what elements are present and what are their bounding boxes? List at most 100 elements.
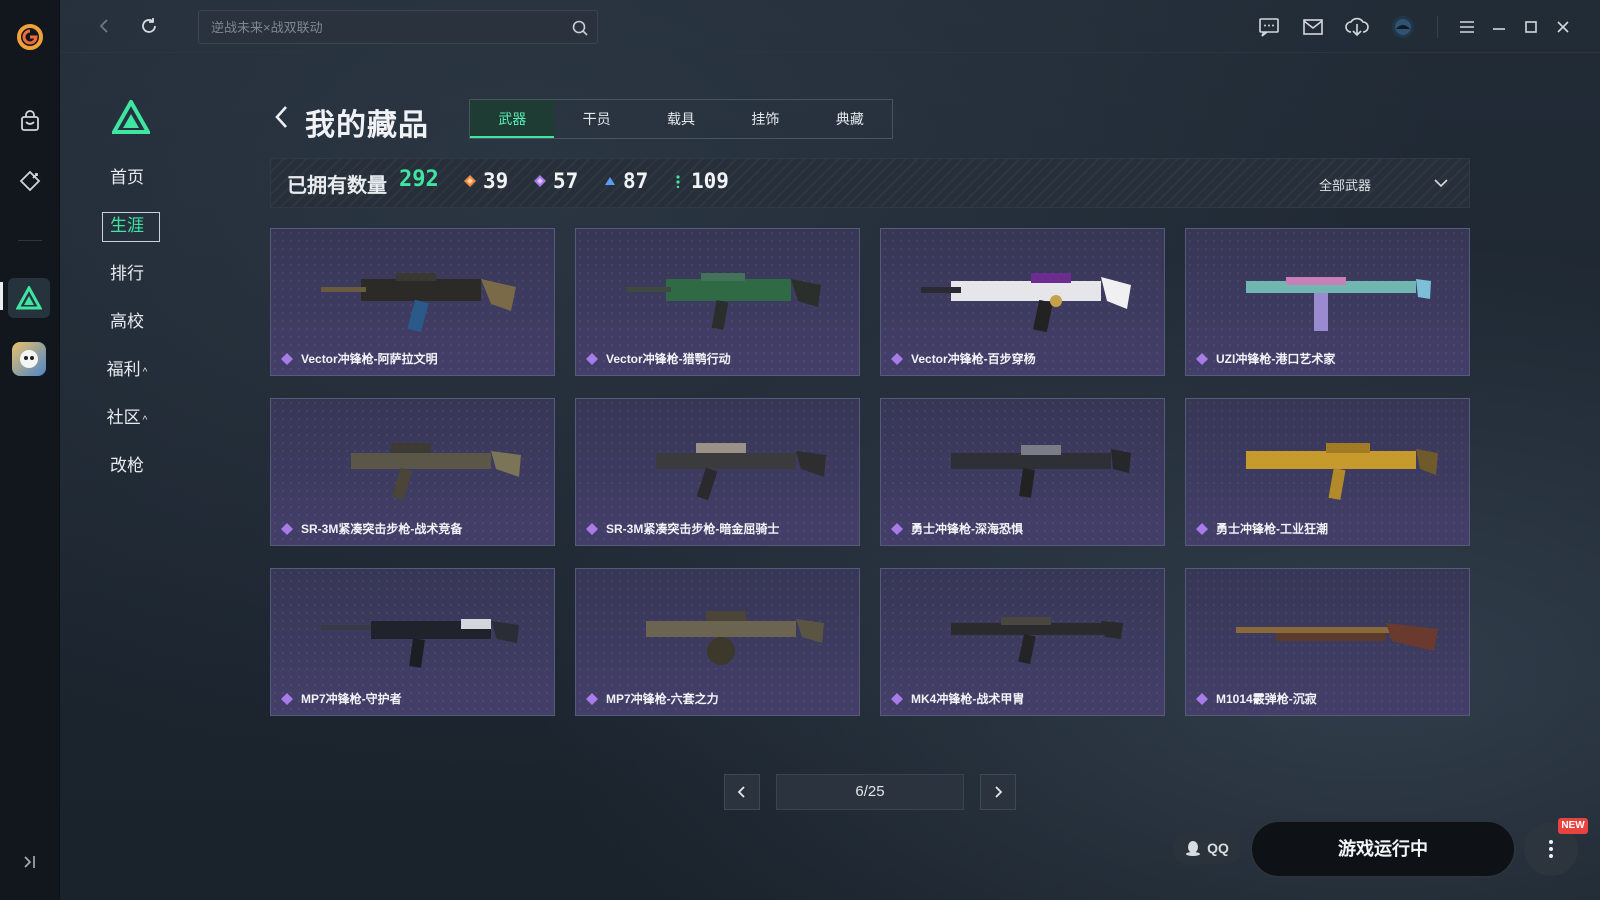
diamond-purple-icon	[281, 692, 293, 705]
weapon-name-text: MK4冲锋枪-战术甲胄	[911, 692, 1025, 706]
weapon-image	[1246, 277, 1431, 331]
weapon-image	[646, 611, 824, 665]
weapon-name-text: SR-3M紧凑突击步枪-战术竞备	[301, 522, 463, 536]
sidenav-label: 改枪	[110, 456, 144, 475]
page-title: 我的藏品	[305, 109, 429, 142]
stats-bar: 已拥有数量 292 39 57 87 109 全部武器	[270, 158, 1470, 208]
qq-label: QQ	[1207, 840, 1229, 856]
delta-force-logo-icon	[110, 97, 152, 134]
diamond-purple-icon	[281, 522, 293, 535]
weapon-image	[351, 443, 521, 501]
rarity-common: 109	[671, 169, 729, 193]
weapon-name-text: MP7冲锋枪-守护者	[301, 692, 402, 706]
weapon-name: Vector冲锋枪-阿萨拉文明	[281, 350, 438, 367]
tab-collection[interactable]: 典藏	[808, 100, 892, 138]
weapon-image	[1246, 443, 1438, 500]
weapon-card[interactable]: UZI冲锋枪-港口艺术家	[1185, 228, 1470, 376]
tab-charms[interactable]: 挂饰	[723, 100, 807, 138]
weapon-image	[1236, 623, 1438, 651]
search-input[interactable]	[199, 11, 597, 43]
weapon-grid: Vector冲锋枪-阿萨拉文明 Vector冲锋枪-猎鹗行动 Vector冲锋枪…	[270, 228, 1470, 718]
diamond-purple-icon	[891, 352, 903, 365]
weapon-card[interactable]: Vector冲锋枪-猎鹗行动	[575, 228, 860, 376]
weapon-card[interactable]: MP7冲锋枪-六套之力	[575, 568, 860, 716]
prev-page-button[interactable]	[724, 774, 760, 810]
tab-operators[interactable]: 干员	[554, 100, 638, 138]
back-arrow-icon[interactable]	[272, 104, 292, 130]
weapon-card[interactable]: M1014霰弹枪-沉寂	[1185, 568, 1470, 716]
diamond-purple-icon	[1196, 522, 1208, 535]
weapon-name-text: Vector冲锋枪-百步穿杨	[911, 352, 1036, 366]
weapon-card[interactable]: Vector冲锋枪-阿萨拉文明	[270, 228, 555, 376]
rarity-rare: 87	[603, 169, 648, 193]
nav-back-icon[interactable]	[94, 15, 116, 37]
weapon-name-text: 勇士冲锋枪-深海恐惧	[911, 522, 1023, 536]
weapon-name: SR-3M紧凑突击步枪-战术竞备	[281, 520, 462, 537]
weapon-card[interactable]: SR-3M紧凑突击步枪-暗金屈骑士	[575, 398, 860, 546]
menu-icon[interactable]	[1454, 14, 1480, 40]
rail-active-indicator	[0, 282, 3, 310]
sidenav-item-community[interactable]: 社区 ^	[96, 398, 158, 438]
download-icon[interactable]	[1344, 14, 1370, 40]
weapon-card[interactable]: Vector冲锋枪-百步穿杨	[880, 228, 1165, 376]
qq-penguin-icon	[1186, 841, 1201, 856]
filter-label: 全部武器	[1319, 178, 1372, 193]
next-page-button[interactable]	[980, 774, 1016, 810]
sidenav-item-college[interactable]: 高校	[96, 302, 158, 342]
weapon-image	[321, 273, 516, 333]
tab-weapons[interactable]: 武器	[470, 100, 555, 138]
chevron-left-icon	[737, 786, 745, 798]
weapon-card[interactable]: 勇士冲锋枪-工业狂潮	[1185, 398, 1470, 546]
chevron-down-icon	[1434, 179, 1448, 188]
search-icon[interactable]	[571, 19, 589, 37]
refresh-icon[interactable]	[138, 15, 160, 37]
weapon-filter-dropdown[interactable]: 全部武器	[1319, 173, 1449, 195]
weapon-image	[921, 273, 1131, 333]
active-frame	[102, 212, 160, 242]
close-icon[interactable]	[1550, 14, 1576, 40]
tab-vehicles[interactable]: 载具	[639, 100, 723, 138]
chevron-right-icon	[995, 786, 1003, 798]
sidenav-item-home[interactable]: 首页	[96, 158, 158, 198]
sidenav-label: 高校	[110, 312, 144, 331]
diamond-purple-icon	[281, 352, 293, 365]
sidenav-item-career[interactable]: 生涯	[96, 206, 160, 246]
sidenav-item-welfare[interactable]: 福利 ^	[96, 350, 158, 390]
chat-icon[interactable]	[1256, 14, 1282, 40]
weapon-name: SR-3M紧凑突击步枪-暗金屈骑士	[586, 520, 779, 537]
caret-up-icon: ^	[142, 367, 148, 378]
weapon-card[interactable]: SR-3M紧凑突击步枪-战术竞备	[270, 398, 555, 546]
app-rail	[0, 0, 60, 900]
rarity-count: 39	[483, 169, 509, 193]
collapse-sidebar-icon[interactable]	[20, 852, 40, 872]
mail-icon[interactable]	[1300, 14, 1326, 40]
sidenav-item-gunsmith[interactable]: 改枪	[96, 446, 158, 486]
weapon-card[interactable]: MK4冲锋枪-战术甲胄	[880, 568, 1165, 716]
sidenav-item-ranking[interactable]: 排行	[96, 254, 158, 294]
weapon-card[interactable]: 勇士冲锋枪-深海恐惧	[880, 398, 1165, 546]
user-avatar[interactable]	[1390, 14, 1416, 40]
weapon-name: Vector冲锋枪-百步穿杨	[891, 350, 1036, 367]
side-nav: 首页 生涯 排行 高校 福利 ^ 社区 ^ 改枪	[96, 158, 186, 494]
rarity-count: 87	[623, 169, 649, 193]
shop-bag-icon[interactable]	[14, 106, 46, 138]
qq-button[interactable]: QQ	[1172, 832, 1242, 864]
sidenav-label: 社区	[106, 408, 141, 427]
diamond-purple-icon	[891, 692, 903, 705]
app-logo-icon[interactable]	[15, 22, 45, 52]
game-tag-icon[interactable]	[14, 165, 46, 197]
diamond-blue-icon	[605, 177, 615, 185]
weapon-name-text: Vector冲锋枪-猎鹗行动	[606, 352, 731, 366]
weapon-image	[656, 443, 826, 501]
minimize-icon[interactable]	[1486, 14, 1512, 40]
maximize-icon[interactable]	[1518, 14, 1544, 40]
weapon-card[interactable]: MP7冲锋枪-守护者	[270, 568, 555, 716]
weapon-name-text: Vector冲锋枪-阿萨拉文明	[301, 352, 438, 366]
weapon-image	[951, 617, 1123, 664]
game-avatar-icon[interactable]	[12, 342, 46, 376]
top-divider	[1437, 16, 1438, 38]
game-running-button[interactable]: 游戏运行中	[1250, 820, 1516, 878]
weapon-name-text: SR-3M紧凑突击步枪-暗金屈骑士	[606, 522, 780, 536]
sidenav-label: 排行	[110, 264, 144, 283]
game-delta-icon[interactable]	[8, 278, 50, 318]
